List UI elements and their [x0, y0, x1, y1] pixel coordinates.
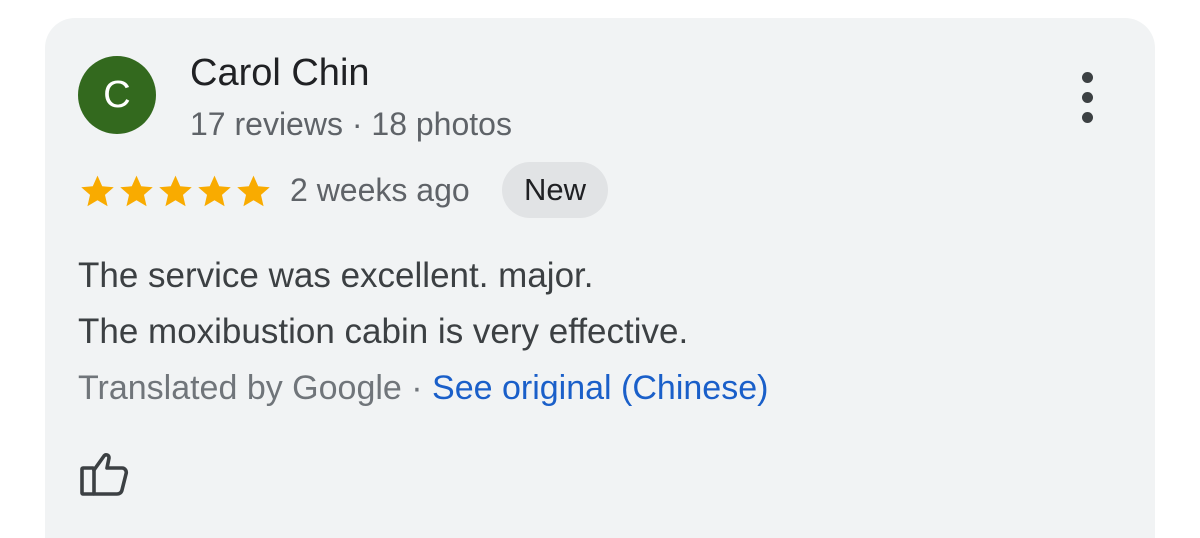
review-text-line: The service was excellent. major. [78, 256, 594, 295]
author-name[interactable]: Carol Chin [190, 51, 370, 95]
thumb-up-icon[interactable] [78, 446, 134, 502]
star-rating [78, 171, 273, 211]
translated-label: Translated by Google [78, 369, 402, 407]
star-icon [78, 171, 117, 211]
avatar[interactable]: C [78, 56, 156, 134]
review-text-line: The moxibustion cabin is very effective. [78, 312, 689, 351]
star-icon [117, 171, 156, 211]
separator: · [401, 369, 433, 407]
review-card: C Carol Chin 17 reviews · 18 photos 2 we… [45, 18, 1155, 538]
star-icon [156, 171, 195, 211]
review-body: The service was excellent. major. The mo… [78, 248, 1118, 416]
author-meta: 17 reviews · 18 photos [190, 106, 512, 142]
star-icon [195, 171, 234, 211]
translation-note: Translated by Google · See original (Chi… [78, 360, 1118, 416]
more-options-icon[interactable] [1070, 70, 1106, 126]
new-badge: New [502, 162, 609, 218]
review-time: 2 weeks ago [290, 172, 470, 208]
see-original-link[interactable]: See original (Chinese) [432, 369, 768, 407]
star-icon [234, 171, 273, 211]
